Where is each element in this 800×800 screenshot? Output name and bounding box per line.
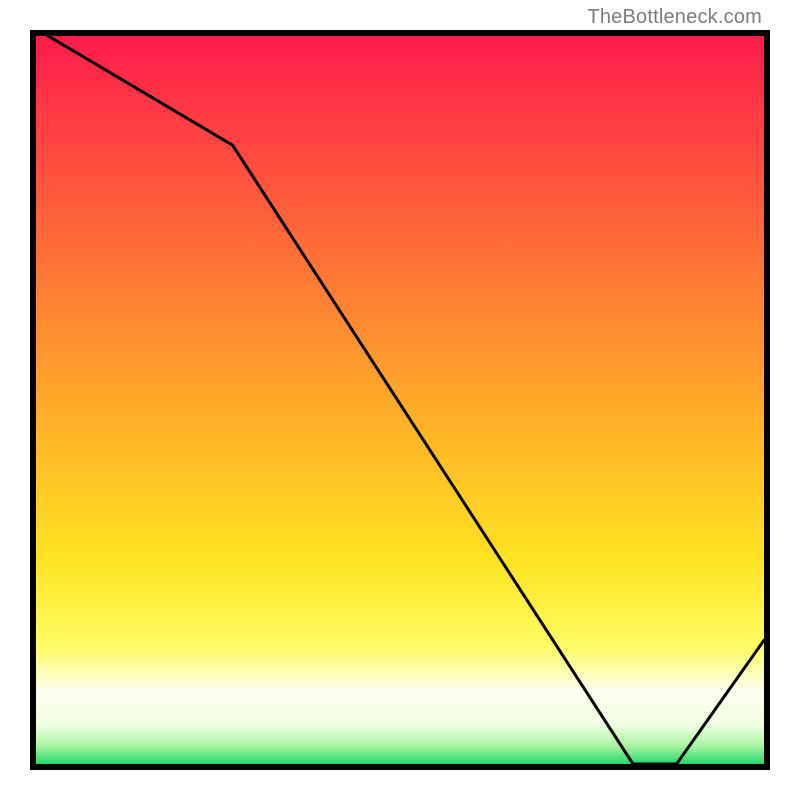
chart-line-series — [36, 36, 764, 764]
watermark-text: TheBottleneck.com — [587, 6, 762, 29]
chart-plot-area — [30, 30, 770, 770]
